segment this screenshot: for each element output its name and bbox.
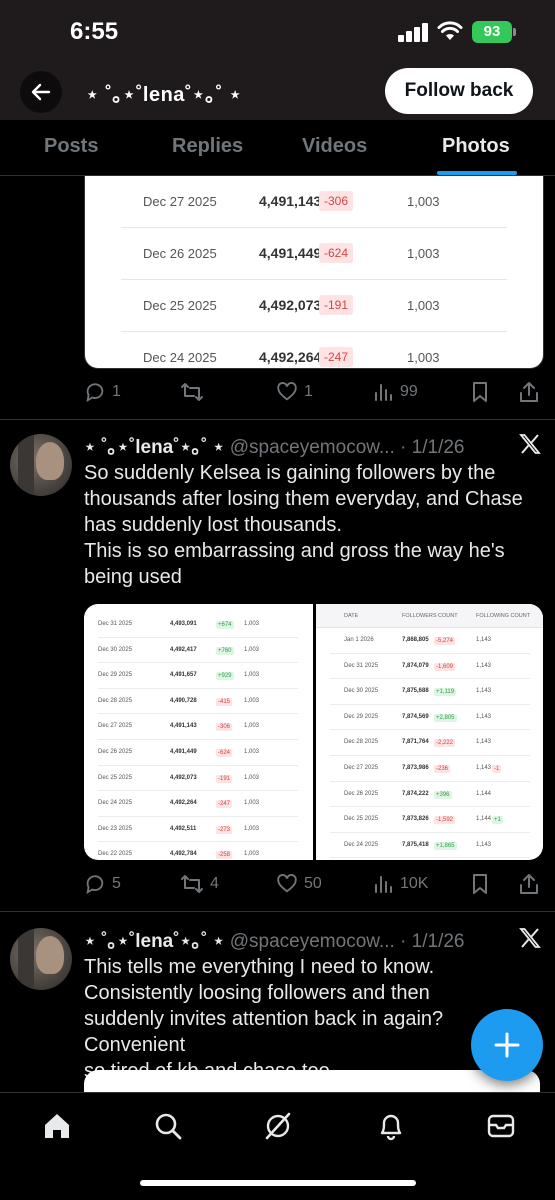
retweet-button[interactable] <box>180 380 210 404</box>
table-row: Dec 22 2025 4,492,784 -258 1,003 <box>98 842 298 860</box>
table-row: Dec 28 2025 7,871,764 -2,222 1,143 <box>330 730 530 756</box>
table-row: Dec 27 2025 7,873,986 -236 1,143 -1 <box>330 756 530 782</box>
home-icon[interactable] <box>42 1111 72 1141</box>
tweet-actions: 5 4 50 10K <box>84 872 540 896</box>
tab-videos[interactable]: Videos <box>302 135 367 158</box>
table-row: Dec 27 2025 4,491,143 -306 1,003 <box>121 176 507 228</box>
table-row: Dec 30 2025 4,492,417 +760 1,003 <box>98 638 298 664</box>
tab-photos[interactable]: Photos <box>442 135 510 158</box>
heart-icon <box>277 382 297 401</box>
share-icon <box>520 382 538 402</box>
tweet-header: ⋆ ˚｡⋆˚lena˚⋆｡˚ ⋆ @spaceyemocow... · 1/1/… <box>84 926 465 952</box>
table-row: Dec 26 2025 4,491,449 -624 1,003 <box>121 228 507 280</box>
status-time: 6:55 <box>70 18 119 45</box>
status-bar: 6:55 93 <box>0 0 555 64</box>
table-row: Dec 26 2025 4,491,449 -624 1,003 <box>98 740 298 766</box>
tab-posts[interactable]: Posts <box>44 135 98 158</box>
share-icon <box>520 874 538 894</box>
table-row: Dec 25 2025 4,492,073 -191 1,003 <box>121 280 507 332</box>
bookmark-button[interactable] <box>470 872 490 896</box>
compose-post-button[interactable] <box>471 1009 543 1081</box>
table-row: Dec 27 2025 4,491,143 -306 1,003 <box>98 714 298 740</box>
tweet-image-right[interactable]: DATE FOLLOWERS COUNT FOLLOWING COUNT Jan… <box>316 604 543 860</box>
reply-icon <box>86 383 104 403</box>
arrow-left-icon <box>31 83 51 101</box>
reply-button[interactable]: 1 <box>84 380 121 404</box>
table-row: Dec 28 2025 4,490,728 -415 1,003 <box>98 689 298 715</box>
handle-and-date: @spaceyemocow... · 1/1/26 <box>229 931 465 952</box>
table-row: Dec 25 2025 4,492,073 -191 1,003 <box>98 766 298 792</box>
avatar[interactable] <box>10 434 72 496</box>
table-row: Dec 25 2025 7,873,826 -1,592 1,144 +1 <box>330 807 530 833</box>
retweet-icon <box>181 383 203 401</box>
retweet-button[interactable]: 4 <box>180 872 219 896</box>
active-tab-indicator <box>437 171 517 175</box>
retweet-icon <box>181 875 203 893</box>
bookmark-icon <box>473 874 487 894</box>
author-name[interactable]: ⋆ ˚｡⋆˚lena˚⋆｡˚ ⋆ <box>84 437 224 458</box>
table-row: Dec 29 2025 7,874,569 +2,805 1,143 <box>330 705 530 731</box>
like-button[interactable]: 50 <box>276 872 322 896</box>
profile-tabs: Posts Replies Videos Photos <box>0 120 555 176</box>
battery-icon: 93 <box>472 21 516 43</box>
divider <box>0 419 555 420</box>
table-row: Dec 23 2025 4,492,511 -273 1,003 <box>98 817 298 843</box>
author-name[interactable]: ⋆ ˚｡⋆˚lena˚⋆｡˚ ⋆ <box>84 931 224 952</box>
table-row: Dec 31 2025 7,874,079 -1,609 1,143 <box>330 654 530 680</box>
views-icon <box>375 384 392 401</box>
table-row: Dec 24 2025 4,492,264 -247 1,003 <box>143 347 440 367</box>
profile-name: ⋆ ˚｡⋆˚lena˚⋆｡˚ ⋆ <box>86 84 242 106</box>
handle-and-date: @spaceyemocow... · 1/1/26 <box>229 437 465 458</box>
avatar[interactable] <box>10 928 72 990</box>
divider <box>0 911 555 912</box>
tweet-header: ⋆ ˚｡⋆˚lena˚⋆｡˚ ⋆ @spaceyemocow... · 1/1/… <box>84 432 465 458</box>
profile-header: ⋆ ˚｡⋆˚lena˚⋆｡˚ ⋆ Follow back <box>0 64 555 120</box>
bookmark-button[interactable] <box>470 380 490 404</box>
tweet-actions: 1 1 99 <box>84 380 540 404</box>
tab-replies[interactable]: Replies <box>172 135 243 158</box>
grok-icon[interactable] <box>263 1111 293 1141</box>
bell-icon[interactable] <box>376 1111 406 1141</box>
back-button[interactable] <box>20 71 62 113</box>
heart-icon <box>277 874 297 893</box>
table-row: Dec 24 2025 7,875,418 +1,865 1,143 <box>330 833 530 859</box>
table-row: Dec 31 2025 4,493,091 +674 1,003 <box>98 612 298 638</box>
views-icon <box>375 876 392 893</box>
tweet-media[interactable]: Dec 27 2025 4,491,143 -306 1,003 Dec 26 202… <box>84 176 544 369</box>
table-row: Dec 26 2025 7,874,222 +396 1,144 <box>330 782 530 808</box>
tweet-text: So suddenly Kelsea is gaining followers … <box>84 462 523 588</box>
views-button[interactable]: 99 <box>374 380 418 404</box>
tweet-text: This tells me everything I need to know.… <box>84 956 444 1082</box>
table-row: Jan 1 2026 7,868,805 -5,274 1,143 <box>330 628 530 654</box>
x-logo-icon <box>518 432 542 456</box>
table-header: DATE FOLLOWERS COUNT FOLLOWING COUNT <box>316 604 543 628</box>
search-icon[interactable] <box>153 1111 183 1141</box>
tweet-image-left[interactable]: Dec 31 2025 4,493,091 +674 1,003 Dec 30 2025… <box>84 604 313 860</box>
reply-icon <box>86 875 104 895</box>
plus-icon <box>494 1032 520 1058</box>
table-row: Dec 29 2025 4,491,657 +929 1,003 <box>98 663 298 689</box>
share-button[interactable] <box>518 380 540 404</box>
table-row: Dec 24 2025 4,492,264 -247 1,003 <box>98 791 298 817</box>
home-indicator <box>140 1180 416 1186</box>
views-button[interactable]: 10K <box>374 872 428 896</box>
follow-back-button[interactable]: Follow back <box>385 68 533 114</box>
x-logo-icon <box>518 926 542 950</box>
share-button[interactable] <box>518 872 540 896</box>
table-row: Dec 30 2025 7,875,688 +1,119 1,143 <box>330 679 530 705</box>
reply-button[interactable]: 5 <box>84 872 121 896</box>
bookmark-icon <box>473 382 487 402</box>
wifi-icon <box>437 20 463 42</box>
cellular-signal-icon <box>398 22 430 42</box>
like-button[interactable]: 1 <box>276 380 313 404</box>
messages-icon[interactable] <box>486 1111 516 1141</box>
